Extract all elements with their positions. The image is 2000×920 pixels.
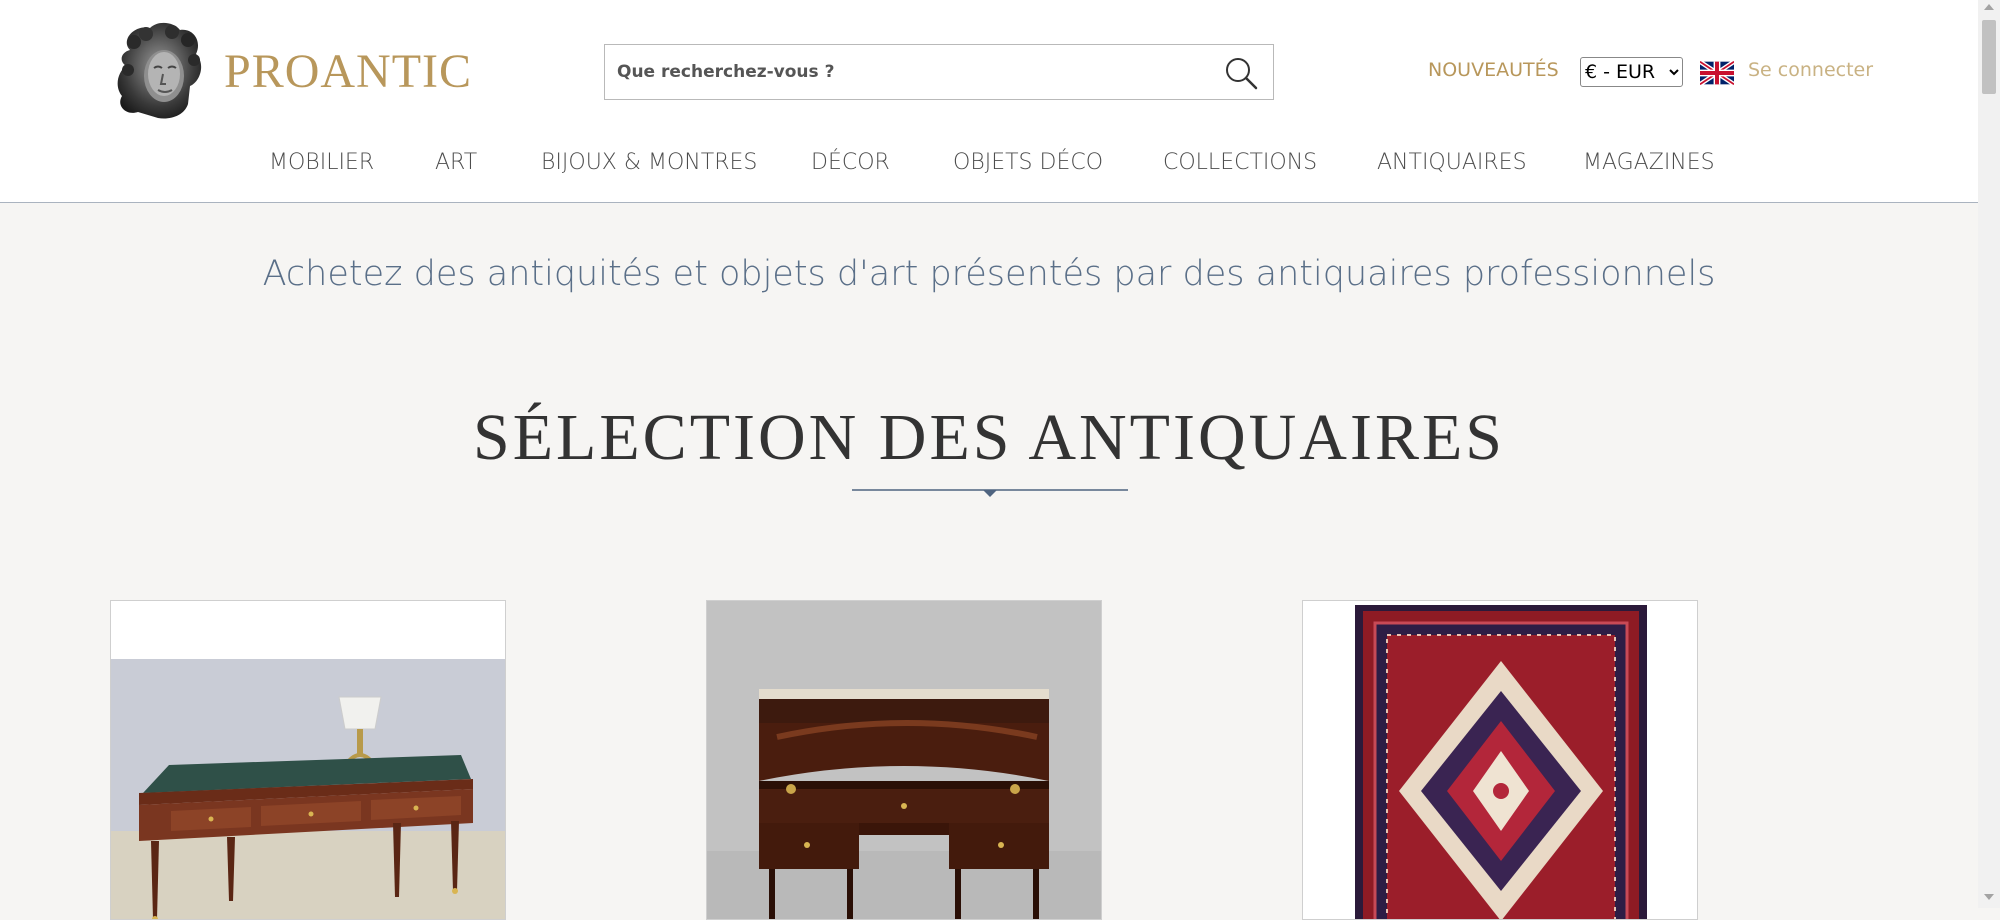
bust-logo-icon <box>117 22 202 119</box>
scroll-down-arrow-icon[interactable] <box>1984 894 1994 900</box>
search-bar <box>604 44 1274 100</box>
uk-flag-icon[interactable] <box>1700 61 1734 85</box>
nav-item-magazines[interactable]: MAGAZINES <box>1583 150 1715 175</box>
page-tagline: Achetez des antiquités et objets d'art p… <box>262 254 1716 294</box>
product-card[interactable] <box>706 600 1102 920</box>
page-scrollbar[interactable] <box>1978 0 2000 908</box>
logo-text: PROANTIC <box>224 45 473 98</box>
site-logo[interactable]: PROANTIC <box>110 18 473 126</box>
search-input[interactable] <box>605 45 1205 99</box>
nav-item-decor[interactable]: DÉCOR <box>811 150 890 175</box>
nav-item-mobilier[interactable]: MOBILIER <box>269 150 374 175</box>
nav-item-antiquaires[interactable]: ANTIQUAIRES <box>1377 150 1527 175</box>
nav-item-collections[interactable]: COLLECTIONS <box>1163 150 1317 175</box>
scroll-up-arrow-icon[interactable] <box>1984 4 1994 10</box>
site-header: PROANTIC NOUVEAUTÉS € - EUR Se connecter… <box>0 0 1978 203</box>
section-title: SÉLECTION DES ANTIQUAIRES <box>473 401 1505 474</box>
news-link[interactable]: NOUVEAUTÉS <box>1428 59 1559 81</box>
product-card[interactable] <box>110 600 506 920</box>
cylinder-desk-photo <box>707 601 1101 919</box>
nav-item-art[interactable]: ART <box>435 150 477 175</box>
nav-item-bijoux-montres[interactable]: BIJOUX & MONTRES <box>541 150 757 175</box>
product-card[interactable] <box>1302 600 1698 920</box>
login-link[interactable]: Se connecter <box>1748 59 1873 81</box>
nav-item-objets-deco[interactable]: OBJETS DÉCO <box>953 150 1103 175</box>
persian-rug-photo <box>1303 601 1697 919</box>
search-icon[interactable] <box>1223 55 1259 91</box>
title-divider <box>852 489 1128 497</box>
main-nav: MOBILIER ART BIJOUX & MONTRES DÉCOR OBJE… <box>0 150 1978 180</box>
scroll-thumb[interactable] <box>1982 20 1996 94</box>
writing-desk-photo <box>111 601 505 919</box>
currency-select[interactable]: € - EUR <box>1580 57 1683 87</box>
